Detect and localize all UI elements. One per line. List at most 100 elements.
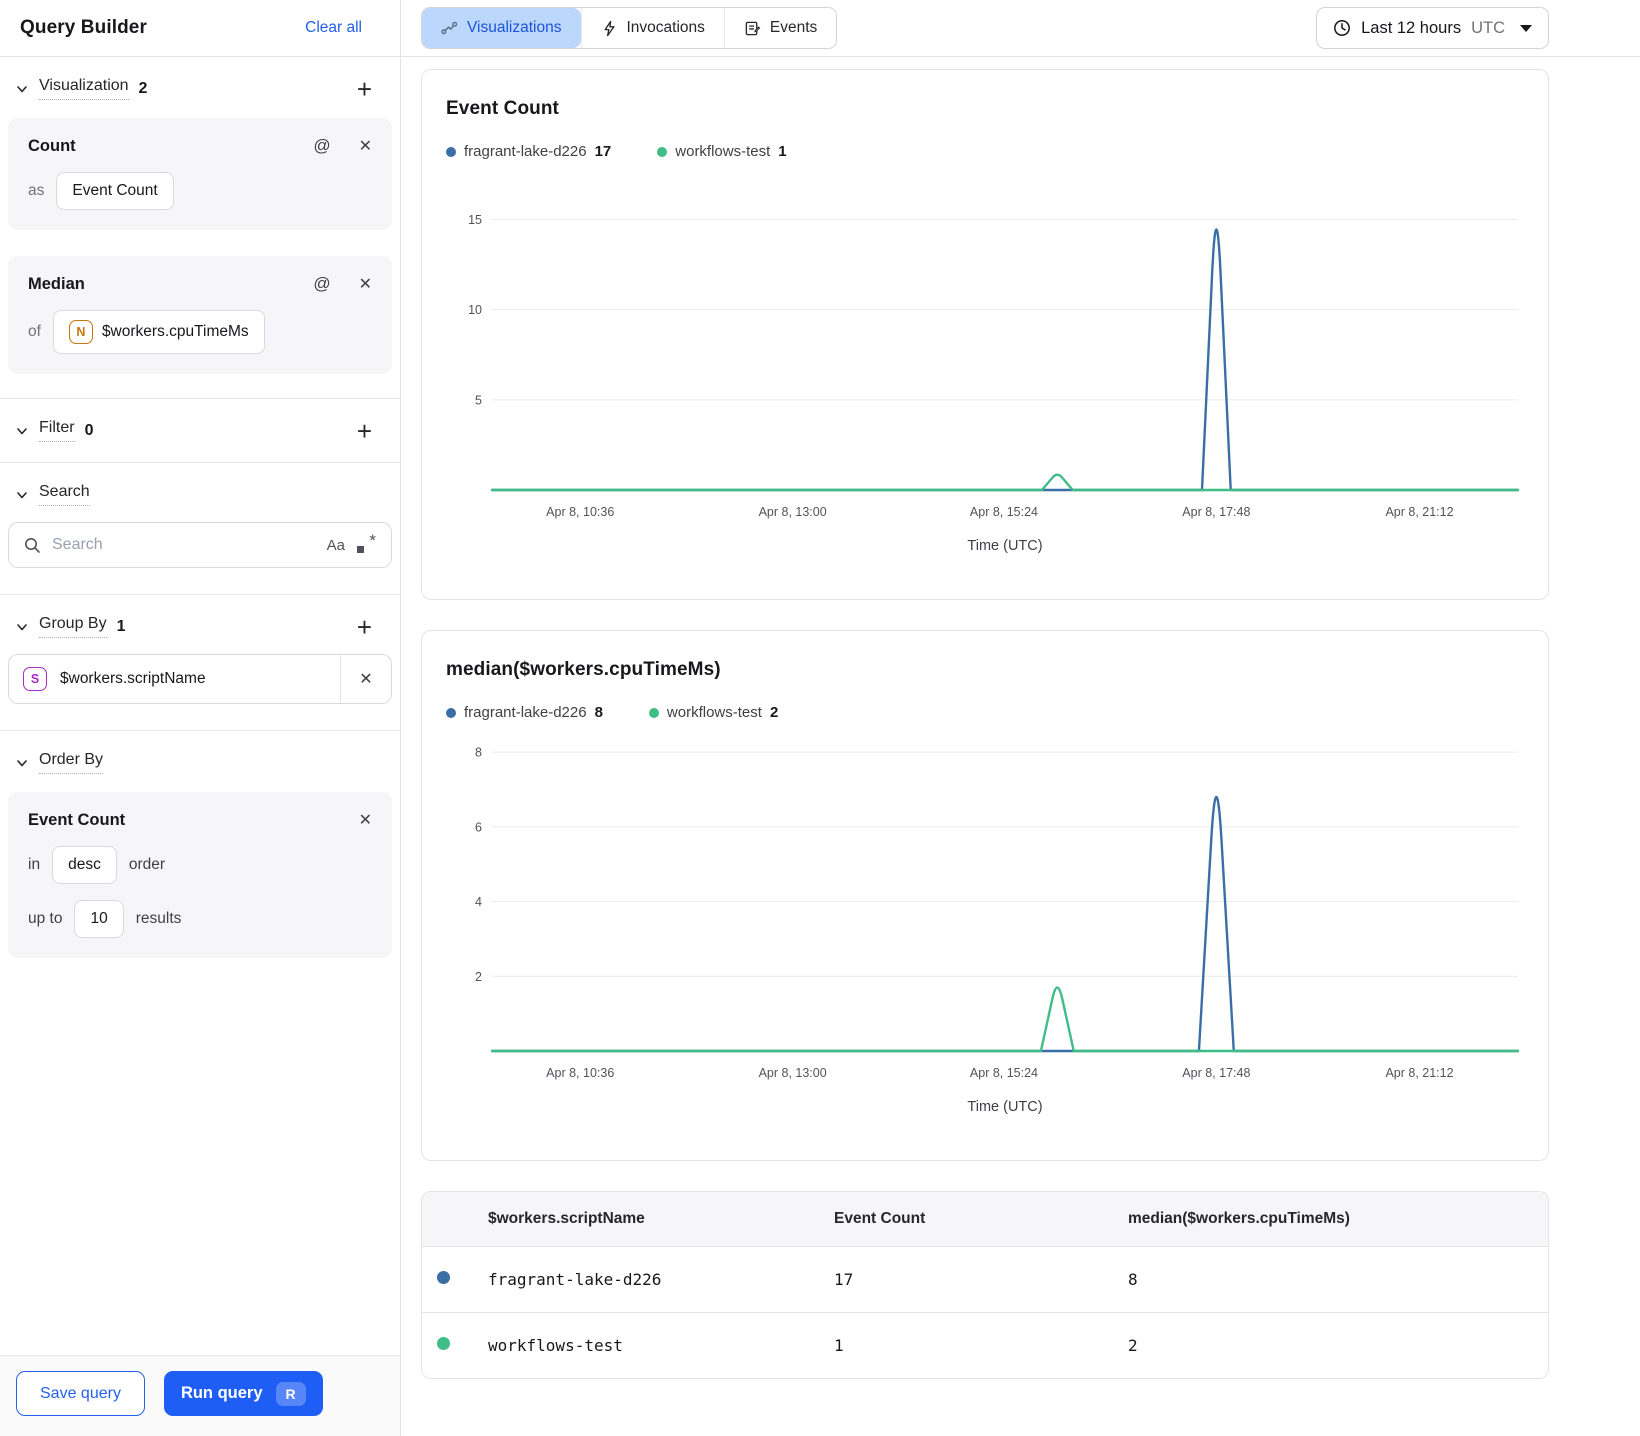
- section-search: Search Aa *: [0, 463, 400, 595]
- svg-text:Time (UTC): Time (UTC): [967, 538, 1042, 554]
- as-label: as: [28, 182, 45, 199]
- svg-text:Apr 8, 21:12: Apr 8, 21:12: [1385, 1066, 1453, 1080]
- add-group-by-button[interactable]: +: [349, 614, 380, 640]
- legend-series-value: 2: [769, 704, 779, 721]
- results-table: $workers.scriptName Event Count median($…: [422, 1192, 1548, 1378]
- svg-text:6: 6: [475, 820, 482, 834]
- tab-invocations[interactable]: Invocations: [580, 8, 724, 48]
- filter-label[interactable]: Filter: [39, 419, 75, 442]
- remove-count-icon[interactable]: ✕: [359, 136, 372, 156]
- lightning-icon: [603, 20, 615, 36]
- run-query-button[interactable]: Run query R: [163, 1371, 323, 1416]
- chart-card-median-cputime: median($workers.cpuTimeMs) fragrant-lake…: [421, 630, 1549, 1161]
- svg-text:5: 5: [475, 393, 482, 407]
- clear-all-link[interactable]: Clear all: [305, 19, 362, 37]
- legend-series-name: fragrant-lake-d226: [464, 704, 587, 721]
- svg-text:Apr 8, 17:48: Apr 8, 17:48: [1182, 1066, 1250, 1080]
- search-icon: [25, 537, 40, 553]
- order-by-card: Event Count ✕ in desc order up to 10 res…: [8, 792, 392, 958]
- svg-text:4: 4: [475, 895, 482, 909]
- chevron-down-icon[interactable]: [14, 487, 30, 503]
- column-header-script-name: $workers.scriptName: [486, 1192, 832, 1247]
- median-field-name: $workers.cpuTimeMs: [101, 323, 249, 340]
- legend-series-name: workflows-test: [666, 704, 762, 721]
- cell-median: 2: [1126, 1312, 1548, 1378]
- view-tabs: Visualizations Invocations Events: [421, 7, 838, 49]
- search-label[interactable]: Search: [39, 483, 90, 506]
- remove-group-by-icon[interactable]: ✕: [341, 669, 391, 689]
- svg-text:2: 2: [475, 970, 482, 984]
- visualization-label[interactable]: Visualization: [39, 77, 129, 100]
- legend-series-name: fragrant-lake-d226: [464, 143, 587, 160]
- legend-dot: [657, 146, 668, 157]
- group-by-field[interactable]: S $workers.scriptName ✕: [8, 654, 392, 704]
- add-filter-button[interactable]: +: [349, 418, 380, 444]
- save-query-button[interactable]: Save query: [16, 1371, 145, 1416]
- order-by-field: Event Count: [28, 810, 126, 829]
- svg-text:15: 15: [468, 213, 482, 227]
- chevron-down-icon[interactable]: [14, 423, 30, 439]
- legend-item[interactable]: fragrant-lake-d226 17: [446, 143, 611, 160]
- svg-text:Time (UTC): Time (UTC): [967, 1099, 1042, 1115]
- tab-label: Events: [769, 19, 818, 36]
- count-alias-field[interactable]: Event Count: [56, 172, 174, 210]
- legend-item[interactable]: workflows-test 2: [648, 704, 779, 721]
- query-builder-sidebar: Query Builder Clear all Visualization 2 …: [0, 0, 401, 1436]
- svg-text:Apr 8, 13:00: Apr 8, 13:00: [759, 1066, 827, 1080]
- median-card-title: Median: [28, 274, 85, 293]
- cell-script-name: workflows-test: [486, 1312, 832, 1378]
- svg-text:Apr 8, 17:48: Apr 8, 17:48: [1182, 505, 1250, 519]
- median-field-selector[interactable]: N $workers.cpuTimeMs: [52, 310, 265, 354]
- legend-series-value: 1: [778, 143, 787, 160]
- remove-median-icon[interactable]: ✕: [359, 274, 372, 294]
- remove-order-by-icon[interactable]: ✕: [359, 810, 372, 830]
- tab-events[interactable]: Events: [723, 8, 837, 48]
- legend-series-name: workflows-test: [675, 143, 771, 160]
- legend-item[interactable]: fragrant-lake-d226 8: [446, 704, 603, 721]
- svg-text:Apr 8, 21:12: Apr 8, 21:12: [1385, 505, 1453, 519]
- svg-text:Apr 8, 10:36: Apr 8, 10:36: [546, 505, 614, 519]
- svg-text:Apr 8, 15:24: Apr 8, 15:24: [970, 1066, 1038, 1080]
- line-chart-icon: [441, 21, 458, 34]
- limit-input[interactable]: 10: [74, 900, 124, 938]
- chart-legend: fragrant-lake-d226 17 workflows-test 1: [446, 143, 1532, 160]
- filter-count: 0: [84, 421, 94, 439]
- of-label: of: [28, 323, 41, 340]
- chevron-down-icon[interactable]: [14, 755, 30, 771]
- visualization-count: 2: [138, 79, 148, 97]
- order-direction-select[interactable]: desc: [52, 846, 117, 884]
- series-color-dot: [437, 1336, 450, 1350]
- section-group-by: Group By 1 + S $workers.scriptName ✕: [0, 595, 400, 731]
- table-row: fragrant-lake-d226 17 8: [422, 1246, 1548, 1313]
- legend-item[interactable]: workflows-test 1: [657, 143, 787, 160]
- column-header-event-count: Event Count: [832, 1192, 1126, 1247]
- match-case-toggle[interactable]: Aa: [327, 537, 345, 554]
- up-to-label: up to: [28, 910, 63, 927]
- tab-visualizations[interactable]: Visualizations: [422, 8, 581, 48]
- event-log-icon: [745, 21, 761, 35]
- sidebar-footer: Save query Run query R: [0, 1355, 400, 1436]
- dot-column-header: [422, 1192, 486, 1247]
- time-range-selector[interactable]: Last 12 hours UTC: [1316, 7, 1549, 49]
- legend-dot: [648, 707, 659, 718]
- alias-at-icon[interactable]: @: [313, 136, 330, 156]
- chart-title: Event Count: [446, 98, 559, 119]
- count-card-title: Count: [28, 136, 76, 155]
- group-by-label[interactable]: Group By: [39, 615, 107, 638]
- alias-at-icon[interactable]: @: [313, 274, 330, 294]
- string-field-icon: S: [23, 667, 47, 691]
- main-panel: Visualizations Invocations Events Last 1…: [401, 0, 1640, 1436]
- order-by-label[interactable]: Order By: [39, 751, 104, 774]
- svg-text:Apr 8, 15:24: Apr 8, 15:24: [970, 505, 1038, 519]
- chart-legend: fragrant-lake-d226 8 workflows-test 2: [446, 704, 1532, 721]
- group-by-field-name: $workers.scriptName: [60, 670, 206, 687]
- chevron-down-icon[interactable]: [14, 619, 30, 635]
- visualization-card-count: Count @ ✕ as Event Count: [8, 118, 392, 230]
- search-input[interactable]: [52, 536, 316, 554]
- results-table-card: $workers.scriptName Event Count median($…: [421, 1191, 1549, 1379]
- content-area: Event Count fragrant-lake-d226 17 workfl…: [401, 57, 1640, 1379]
- add-visualization-button[interactable]: +: [349, 76, 380, 102]
- svg-text:Apr 8, 13:00: Apr 8, 13:00: [759, 505, 827, 519]
- chevron-down-icon[interactable]: [14, 81, 30, 97]
- regex-toggle-icon[interactable]: *: [356, 531, 376, 555]
